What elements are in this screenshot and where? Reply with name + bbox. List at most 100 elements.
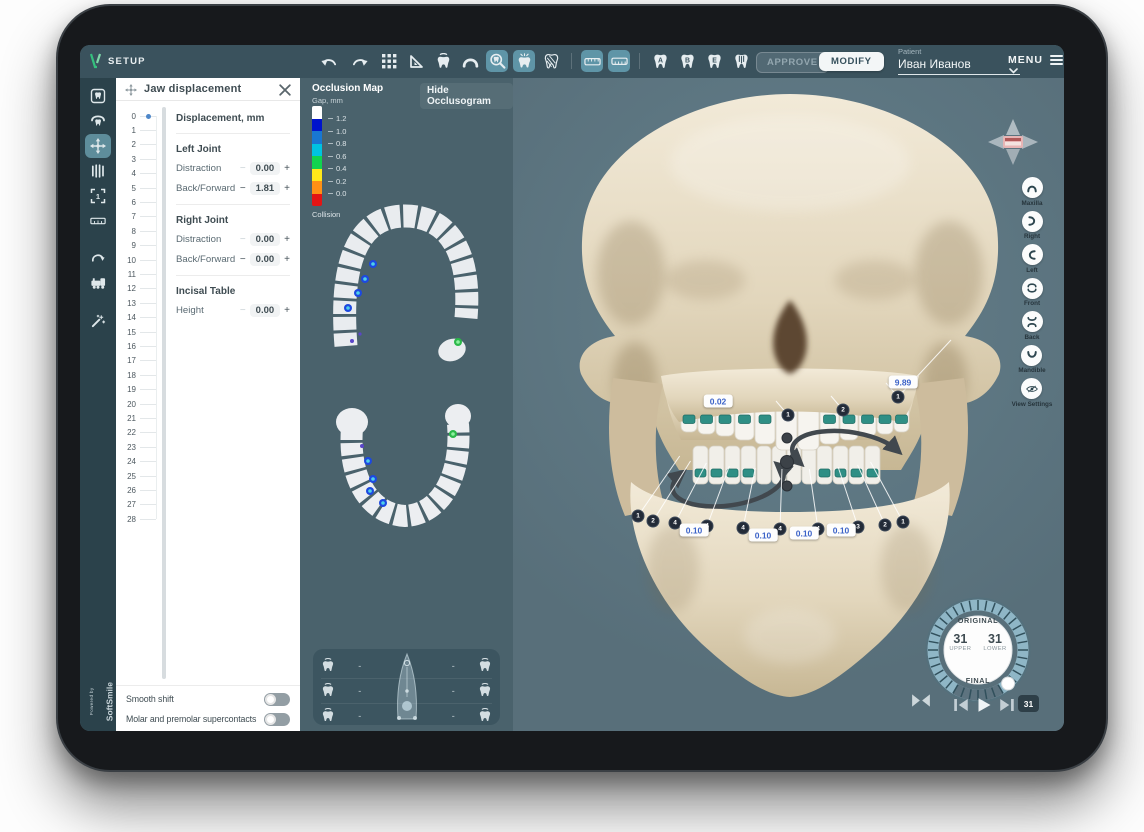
- stage-tick-3[interactable]: 3: [116, 153, 156, 165]
- close-icon[interactable]: [279, 83, 291, 95]
- modify-button[interactable]: MODIFY: [819, 52, 884, 71]
- occlusion-map-subtitle: Gap, mm: [312, 96, 343, 105]
- stage-tick-7[interactable]: 7: [116, 211, 156, 223]
- stage-tick-23[interactable]: 23: [116, 441, 156, 453]
- mandible-arch-icon[interactable]: [1021, 345, 1042, 366]
- tooth-b-icon[interactable]: B: [676, 50, 698, 72]
- increment-button[interactable]: +: [284, 255, 290, 265]
- rail-tooth-card-icon[interactable]: [85, 84, 111, 108]
- setup-label: SETUP: [108, 56, 146, 67]
- stage-tick-4[interactable]: 4: [116, 168, 156, 180]
- rail-ipr-bars-icon[interactable]: [85, 159, 111, 183]
- arch-previews-3d[interactable]: [300, 78, 513, 731]
- play-icon[interactable]: [974, 696, 992, 714]
- occlusion-inspect-icon[interactable]: [486, 50, 508, 72]
- stage-tick-25[interactable]: 25: [116, 470, 156, 482]
- control-label: Height: [176, 305, 204, 316]
- step-back-icon[interactable]: [952, 696, 970, 714]
- panel-scrollbar[interactable]: [162, 107, 166, 679]
- increment-button[interactable]: +: [284, 184, 290, 194]
- rail-mechanics-icon[interactable]: [85, 271, 111, 295]
- rail-stage-frame-icon[interactable]: 1: [85, 184, 111, 208]
- patient-name: Иван Иванов: [898, 56, 1020, 75]
- rail-magic-wand-icon[interactable]: [85, 309, 111, 333]
- stage-tick-12[interactable]: 12: [116, 283, 156, 295]
- stage-tick-26[interactable]: 26: [116, 484, 156, 496]
- eye-icon[interactable]: [1021, 378, 1042, 399]
- patient-selector[interactable]: Patient Иван Иванов: [898, 47, 1020, 75]
- value-field[interactable]: 0.00: [250, 233, 281, 246]
- stage-tick-5[interactable]: 5: [116, 182, 156, 194]
- stage-tick-16[interactable]: 16: [116, 340, 156, 352]
- stage-tick-27[interactable]: 27: [116, 499, 156, 511]
- stage-tick-9[interactable]: 9: [116, 240, 156, 252]
- maxilla-arch-icon[interactable]: [1022, 177, 1043, 198]
- top-toolbar: SETUP ABE APPROVE MODIFY Patient Иван Ив…: [80, 45, 1064, 78]
- front-arch-icon[interactable]: [1022, 278, 1043, 299]
- value-field[interactable]: 0.00: [250, 162, 281, 175]
- collision-label: Collision: [312, 210, 340, 219]
- lower-ruler-icon[interactable]: [608, 50, 630, 72]
- stage-tick-14[interactable]: 14: [116, 312, 156, 324]
- stage-tick-19[interactable]: 19: [116, 384, 156, 396]
- crown-tooth-icon[interactable]: [432, 50, 454, 72]
- toggle-switch[interactable]: [264, 713, 290, 726]
- rail-arch-tooth-icon[interactable]: [85, 109, 111, 133]
- left-arch-icon[interactable]: [1022, 244, 1043, 265]
- stage-tick-11[interactable]: 11: [116, 268, 156, 280]
- tooth-a-icon[interactable]: A: [649, 50, 671, 72]
- occlusogram-tooth-icon[interactable]: [513, 50, 535, 72]
- legend-label: 0.4: [336, 164, 346, 173]
- menu-button[interactable]: MENU: [1008, 54, 1063, 66]
- stage-tick-22[interactable]: 22: [116, 427, 156, 439]
- decrement-button[interactable]: −: [240, 184, 246, 194]
- back-arch-icon[interactable]: [1022, 311, 1043, 332]
- increment-button[interactable]: +: [284, 306, 290, 316]
- control-label: Distraction: [176, 163, 221, 174]
- value-field[interactable]: 0.00: [250, 304, 281, 317]
- stripe-tooth-icon[interactable]: [730, 50, 752, 72]
- increment-button[interactable]: +: [284, 164, 290, 174]
- value-field[interactable]: 1.81: [250, 182, 281, 195]
- stage-tick-28[interactable]: 28: [116, 513, 156, 525]
- undo-icon[interactable]: [317, 50, 339, 72]
- hide-occlusogram-button[interactable]: Hide Occlusogram: [420, 83, 513, 109]
- tooth-e-icon[interactable]: E: [703, 50, 725, 72]
- rail-measure-ruler-icon[interactable]: [85, 209, 111, 233]
- rail-jaw-displacement-icon[interactable]: [85, 134, 111, 158]
- decrement-button[interactable]: −: [240, 164, 246, 174]
- redo-icon[interactable]: [349, 50, 371, 72]
- stage-tick-10[interactable]: 10: [116, 254, 156, 266]
- stage-tick-6[interactable]: 6: [116, 196, 156, 208]
- scene-3d[interactable]: 12444443211210.029.890.100.100.100.10 Ma…: [513, 78, 1064, 731]
- stage-tick-20[interactable]: 20: [116, 398, 156, 410]
- stage-tick-18[interactable]: 18: [116, 369, 156, 381]
- stage-tick-15[interactable]: 15: [116, 326, 156, 338]
- approve-button[interactable]: APPROVE: [756, 52, 829, 73]
- set-square-icon[interactable]: [405, 50, 427, 72]
- value-field[interactable]: 0.00: [250, 253, 281, 266]
- step-forward-icon[interactable]: [998, 696, 1016, 714]
- toggle-switch[interactable]: [264, 693, 290, 706]
- increment-button[interactable]: +: [284, 235, 290, 245]
- hatch-tooth-icon[interactable]: [540, 50, 562, 72]
- decrement-button[interactable]: −: [240, 255, 246, 265]
- decrement-button[interactable]: −: [240, 235, 246, 245]
- stage-tick-2[interactable]: 2: [116, 139, 156, 151]
- stage-tick-1[interactable]: 1: [116, 124, 156, 136]
- archwire-icon[interactable]: [459, 50, 481, 72]
- upper-ruler-icon[interactable]: [581, 50, 603, 72]
- stage-tick-24[interactable]: 24: [116, 456, 156, 468]
- right-arch-icon[interactable]: [1022, 211, 1043, 232]
- stage-tick-21[interactable]: 21: [116, 412, 156, 424]
- view-button-label: Right: [1024, 233, 1040, 240]
- stage-tick-8[interactable]: 8: [116, 225, 156, 237]
- stage-tick-13[interactable]: 13: [116, 297, 156, 309]
- stage-current-dot[interactable]: [146, 114, 151, 119]
- rail-rotate-arrow-icon[interactable]: [85, 245, 111, 269]
- orientation-gizmo[interactable]: [982, 111, 1044, 173]
- stage-tick-17[interactable]: 17: [116, 355, 156, 367]
- control-row: Distraction − 0.00 +: [176, 162, 290, 175]
- decrement-button[interactable]: −: [240, 306, 246, 316]
- grid-icon[interactable]: [378, 50, 400, 72]
